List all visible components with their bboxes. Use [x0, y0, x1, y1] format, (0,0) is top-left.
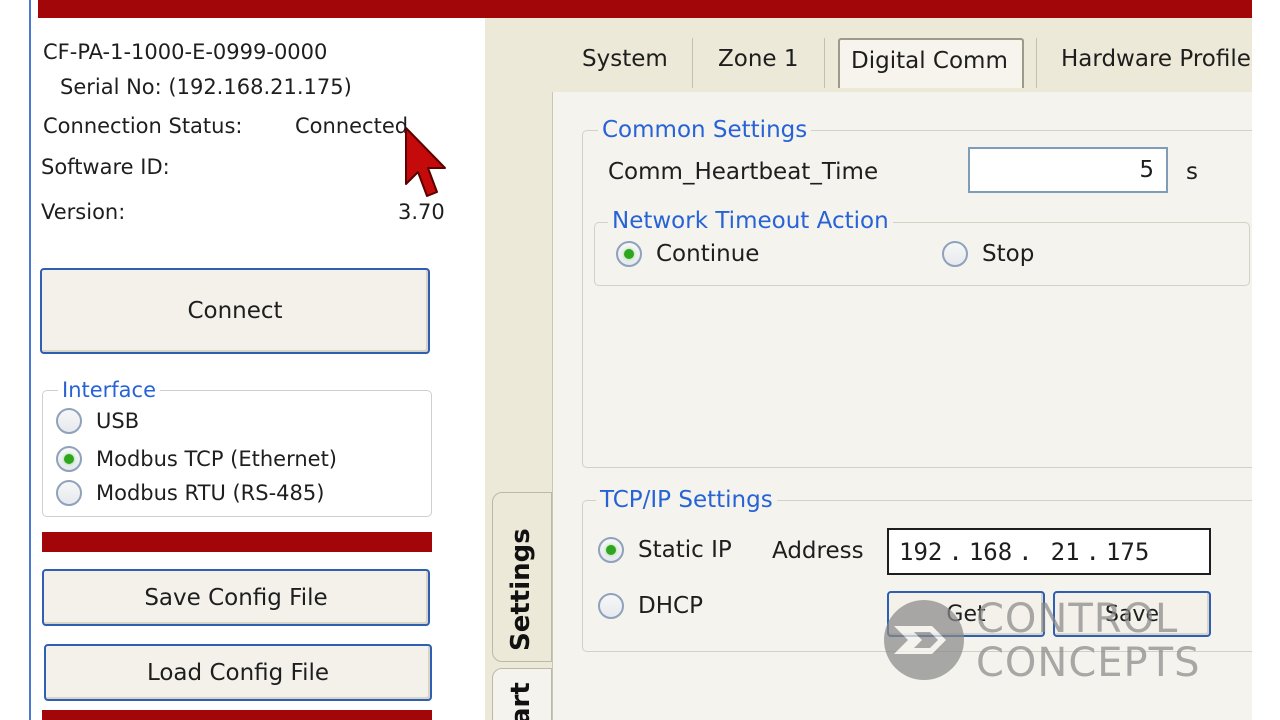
logo-line-1: CONTROL: [976, 596, 1179, 642]
vertical-tab-chart[interactable]: art: [492, 668, 552, 720]
connect-button[interactable]: Connect: [40, 268, 430, 354]
logo-line-2: CONCEPTS: [976, 640, 1201, 686]
timeout-option-stop[interactable]: Stop: [942, 241, 1034, 267]
interface-option-modbus-rtu[interactable]: Modbus RTU (RS-485): [56, 480, 324, 506]
tab-digital-comm[interactable]: Digital Comm: [851, 48, 1008, 74]
vertical-tab-label: Settings: [506, 528, 536, 651]
ip-dot: .: [1018, 537, 1033, 566]
interface-option-label: USB: [96, 409, 140, 433]
heartbeat-unit: s: [1186, 159, 1198, 185]
network-timeout-title: Network Timeout Action: [608, 208, 893, 234]
tab-separator: [1036, 38, 1037, 88]
serial-number: Serial No: (192.168.21.175): [60, 75, 352, 99]
tcpip-option-static[interactable]: Static IP: [598, 537, 732, 563]
tab-zone-1[interactable]: Zone 1: [718, 46, 799, 72]
ip-address-input[interactable]: 192 . 168 . 21 . 175: [887, 528, 1211, 575]
device-model: CF-PA-1-1000-E-0999-0000: [43, 40, 328, 64]
interface-option-usb[interactable]: USB: [56, 408, 139, 434]
control-concepts-logo: CONTROL CONCEPTS: [880, 596, 1201, 686]
common-settings-title: Common Settings: [598, 117, 812, 143]
mouse-pointer-icon: [405, 127, 446, 197]
radio-icon[interactable]: [942, 241, 968, 267]
save-config-button[interactable]: Save Config File: [42, 569, 430, 626]
software-id-label: Software ID:: [41, 155, 170, 179]
title-bar: [38, 0, 1252, 18]
interface-option-label: Modbus TCP (Ethernet): [96, 447, 337, 471]
connection-status-label: Connection Status:: [43, 114, 243, 138]
section-divider: [42, 710, 432, 720]
ip-octet-2: 168: [968, 537, 1013, 566]
radio-icon[interactable]: [56, 480, 82, 506]
radio-icon[interactable]: [56, 408, 82, 434]
timeout-option-label: Continue: [656, 241, 760, 267]
timeout-option-label: Stop: [982, 241, 1035, 267]
ip-octet-4: 175: [1105, 537, 1150, 566]
version-label: Version:: [41, 200, 126, 224]
address-label: Address: [772, 538, 864, 564]
ip-dot: .: [948, 537, 963, 566]
tcpip-option-label: DHCP: [638, 593, 703, 619]
version-value: 3.70: [398, 200, 445, 224]
connection-status-value: Connected: [295, 114, 409, 138]
tab-system[interactable]: System: [582, 46, 668, 72]
radio-checked-icon[interactable]: [598, 537, 624, 563]
interface-title: Interface: [58, 378, 161, 402]
tcpip-option-label: Static IP: [638, 537, 732, 563]
interface-option-label: Modbus RTU (RS-485): [96, 481, 325, 505]
section-divider: [42, 532, 432, 552]
interface-option-modbus-tcp[interactable]: Modbus TCP (Ethernet): [56, 446, 337, 472]
logo-mark-icon: [884, 600, 964, 680]
tcpip-settings-title: TCP/IP Settings: [596, 487, 777, 513]
tab-hardware-profile[interactable]: Hardware Profile: [1061, 46, 1251, 72]
ip-dot: .: [1085, 537, 1100, 566]
heartbeat-input[interactable]: 5: [968, 147, 1168, 193]
ip-octet-1: 192: [899, 537, 943, 566]
vertical-tab-settings[interactable]: Settings: [492, 492, 552, 662]
timeout-option-continue[interactable]: Continue: [616, 241, 759, 267]
tab-separator: [692, 38, 693, 88]
window-left-edge: [0, 0, 30, 720]
radio-icon[interactable]: [598, 593, 624, 619]
vertical-tab-label: art: [506, 682, 536, 720]
tab-separator: [824, 38, 825, 88]
ip-octet-3: 21: [1050, 537, 1080, 566]
tcpip-option-dhcp[interactable]: DHCP: [598, 593, 703, 619]
load-config-button[interactable]: Load Config File: [44, 644, 432, 701]
window-right-edge: [1252, 0, 1280, 720]
radio-checked-icon[interactable]: [56, 446, 82, 472]
radio-checked-icon[interactable]: [616, 241, 642, 267]
heartbeat-label: Comm_Heartbeat_Time: [608, 159, 879, 185]
